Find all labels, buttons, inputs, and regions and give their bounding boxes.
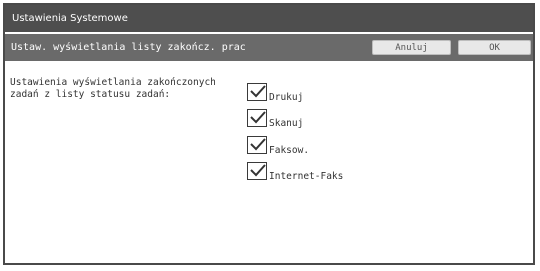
setting-label: Ustawienia wyświetlania zakończonych zad… [10, 77, 216, 100]
window-title: Ustawienia Systemowe [5, 5, 533, 32]
checkbox-scan[interactable] [247, 109, 267, 127]
checkbox-print[interactable] [247, 83, 267, 101]
checkmark-icon [250, 164, 266, 177]
subheader-bar: Ustaw. wyświetlania listy zakończ. prac … [5, 34, 533, 61]
checkbox-fax[interactable] [247, 136, 267, 154]
checkmark-icon [250, 138, 266, 151]
option-internet-fax-label: Internet-Faks [269, 171, 344, 182]
dialog-frame: Ustawienia Systemowe Ustaw. wyświetlania… [3, 3, 535, 265]
checkmark-icon [250, 111, 266, 124]
ok-button[interactable]: OK [458, 40, 531, 55]
option-fax-label: Faksow. [269, 145, 310, 156]
checkmark-icon [250, 85, 266, 98]
option-print-label: Drukuj [269, 92, 304, 103]
cancel-button[interactable]: Anuluj [372, 40, 451, 55]
checkbox-internet-fax[interactable] [247, 162, 267, 180]
option-scan-label: Skanuj [269, 118, 304, 129]
subheader-title: Ustaw. wyświetlania listy zakończ. prac [11, 42, 246, 53]
